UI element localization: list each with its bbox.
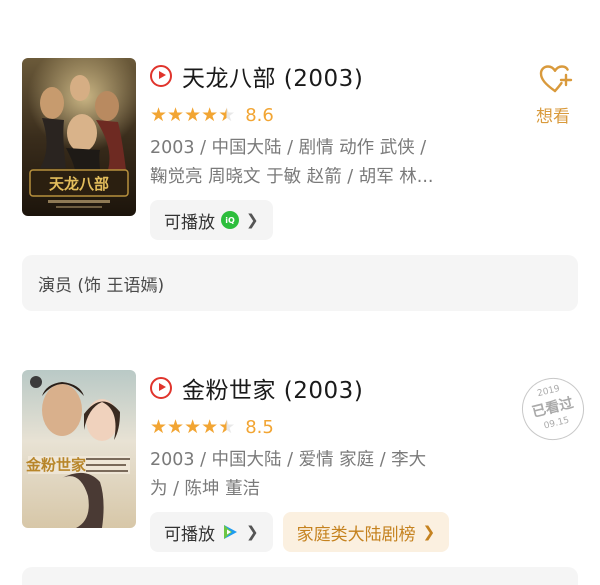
poster-title-art: 金粉世家 [25, 456, 86, 474]
star-rating: ★ ★ ★ ★ ★ [150, 415, 236, 438]
iqiyi-icon: iQ [221, 211, 239, 229]
cast-role-bar[interactable]: 演员 (饰 王语嫣) [22, 255, 578, 311]
meta-line: 为 / 陈坤 董洁 [150, 479, 261, 499]
star-icon: ★ [201, 415, 219, 438]
heart-plus-icon [539, 65, 573, 93]
play-chip-label: 可播放 [164, 524, 215, 545]
movie-poster[interactable]: 金粉世家 [22, 370, 136, 528]
star-icon: ★ [167, 415, 185, 438]
poster-title-art: 天龙八部 [49, 175, 109, 193]
star-icon: ★ [150, 415, 168, 438]
meta-line: 2003 / 中国大陆 / 爱情 家庭 / 李大 [150, 450, 427, 470]
play-icon [150, 377, 172, 399]
movie-title[interactable]: 天龙八部 (2003) [182, 59, 363, 93]
meta-line: 2003 / 中国大陆 / 剧情 动作 武侠 / [150, 138, 427, 158]
star-icon: ★ [184, 103, 202, 126]
score: 8.6 [245, 104, 274, 126]
chevron-right-icon: ❯ [422, 523, 436, 541]
chip-row: 可播放 ❯ 家庭类大陆剧榜 ❯ [150, 512, 480, 552]
title-row[interactable]: 天龙八部 (2003) [150, 58, 480, 94]
play-chip-label: 可播放 [164, 212, 215, 233]
want-to-watch-button[interactable]: 想看 [536, 64, 576, 127]
star-icon: ★ [150, 103, 168, 126]
movie-info: 天龙八部 (2003) ★ ★ ★ ★ ★ 8.6 2003 / 中国大陆 / … [150, 58, 480, 240]
next-cast-role-bar[interactable] [22, 567, 578, 585]
half-star-icon: ★ [218, 415, 236, 438]
movie-title[interactable]: 金粉世家 (2003) [182, 371, 363, 405]
chevron-right-icon: ❯ [246, 523, 259, 541]
cast-role-text: 演员 (饰 王语嫣) [38, 275, 165, 296]
title-row[interactable]: 金粉世家 (2003) [150, 370, 480, 406]
rank-chip[interactable]: 家庭类大陆剧榜 ❯ [282, 512, 450, 552]
tencent-video-icon [221, 523, 239, 541]
star-icon: ★ [167, 103, 185, 126]
chip-row: 可播放 iQ ❯ [150, 200, 480, 240]
movie-meta: 2003 / 中国大陆 / 剧情 动作 武侠 / 鞠觉亮 周晓文 于敏 赵箭 /… [150, 134, 480, 192]
rating-row: ★ ★ ★ ★ ★ 8.6 [150, 98, 480, 132]
play-chip[interactable]: 可播放 ❯ [150, 512, 273, 552]
want-label: 想看 [536, 107, 570, 127]
star-icon: ★ [201, 103, 219, 126]
star-icon: ★ [184, 415, 202, 438]
movie-poster[interactable]: 天龙八部 [22, 58, 136, 216]
rating-row: ★ ★ ★ ★ ★ 8.5 [150, 410, 480, 444]
movie-meta: 2003 / 中国大陆 / 爱情 家庭 / 李大 为 / 陈坤 董洁 [150, 446, 480, 504]
half-star-icon: ★ [218, 103, 236, 126]
watched-stamp: 2019 已看过 09.15 [515, 371, 591, 447]
movie-list: 天龙八部 天龙八部 (2003) ★ ★ ★ ★ ★ 8.6 2003 / 中国… [0, 0, 600, 585]
play-chip[interactable]: 可播放 iQ ❯ [150, 200, 273, 240]
chevron-right-icon: ❯ [246, 211, 259, 229]
score: 8.5 [245, 416, 274, 438]
play-icon [150, 65, 172, 87]
star-rating: ★ ★ ★ ★ ★ [150, 103, 236, 126]
rank-chip-label: 家庭类大陆剧榜 [296, 524, 416, 545]
meta-line: 鞠觉亮 周晓文 于敏 赵箭 / 胡军 林... [150, 167, 434, 187]
movie-info: 金粉世家 (2003) ★ ★ ★ ★ ★ 8.5 2003 / 中国大陆 / … [150, 370, 480, 552]
